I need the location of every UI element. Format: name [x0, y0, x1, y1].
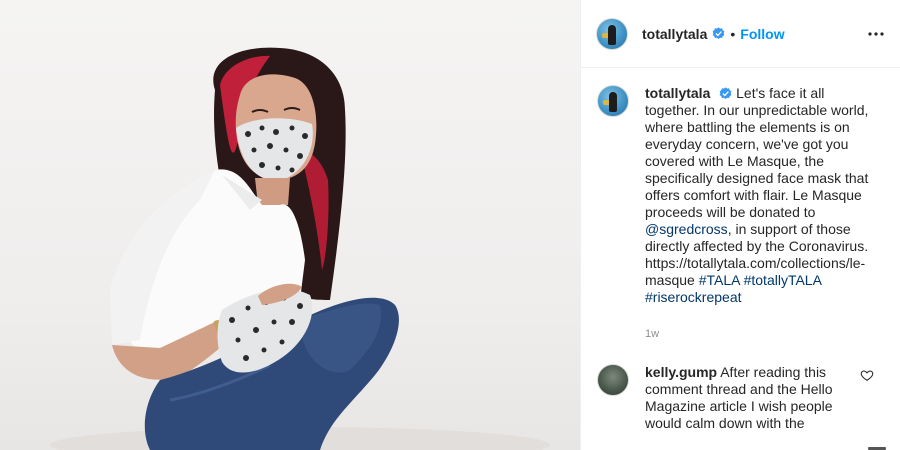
follow-button[interactable]: Follow [740, 26, 784, 42]
avatar-figure [608, 24, 616, 45]
post-photo[interactable] [0, 0, 580, 450]
verified-badge-icon [719, 87, 732, 100]
caption-username[interactable]: totallytala [645, 85, 710, 101]
post-image-illustration [50, 47, 550, 450]
scroll-fade [581, 432, 900, 450]
commenter-username[interactable]: kelly.gump [645, 364, 717, 380]
hashtag-link[interactable]: #riserockrepeat [645, 289, 742, 305]
comment-item: kelly.gump After reading this comment th… [597, 364, 884, 432]
verified-badge-icon [712, 27, 725, 40]
caption-body-part1: Let's face it all together. In our unpre… [645, 85, 869, 220]
more-options-icon[interactable] [864, 22, 888, 46]
separator-dot: • [730, 25, 736, 42]
post-header: totallytala • Follow [581, 0, 900, 68]
like-heart-icon[interactable] [860, 368, 874, 382]
comment-text: kelly.gump After reading this comment th… [645, 364, 845, 432]
hashtag-link[interactable]: #TALA [699, 272, 740, 288]
avatar-figure [609, 92, 617, 112]
author-username[interactable]: totallytala [642, 26, 707, 42]
comments-panel[interactable]: totallytala Let's face it all together. … [581, 69, 900, 450]
commenter-avatar[interactable] [597, 364, 629, 396]
caption: totallytala Let's face it all together. … [597, 85, 884, 306]
hashtag-link[interactable]: #totallyTALA [744, 272, 822, 288]
author-avatar[interactable] [596, 17, 628, 50]
caption-text: totallytala Let's face it all together. … [645, 85, 873, 306]
caption-avatar[interactable] [597, 85, 629, 117]
post-sidebar: totallytala • Follow totallytala Let's f… [580, 0, 900, 450]
caption-timestamp[interactable]: 1w [645, 328, 884, 340]
mention-link[interactable]: @sgredcross [645, 221, 728, 237]
instagram-post: totallytala • Follow totallytala Let's f… [0, 0, 900, 450]
